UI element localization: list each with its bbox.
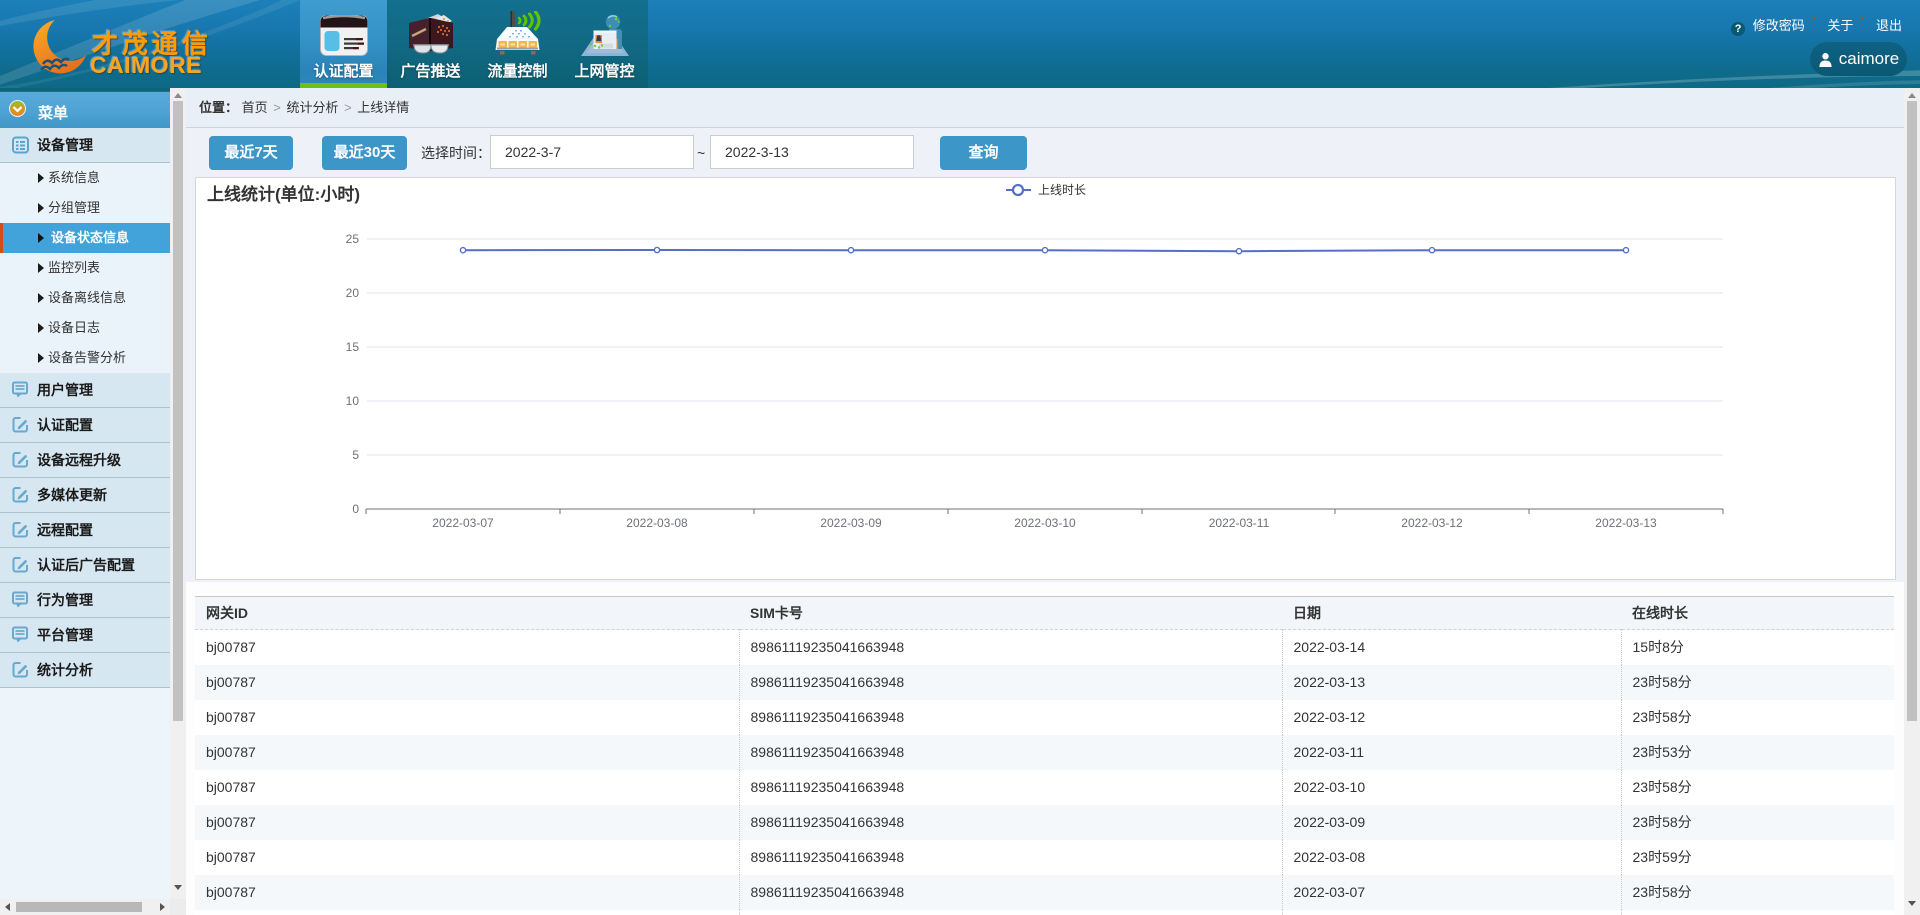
- svg-text:0: 0: [352, 502, 359, 516]
- svg-text:20: 20: [346, 286, 360, 300]
- svg-text:上线时长: 上线时长: [1038, 183, 1086, 197]
- svg-text:10: 10: [346, 394, 360, 408]
- svg-text:2022-03-12: 2022-03-12: [1401, 516, 1463, 530]
- svg-text:25: 25: [346, 232, 360, 246]
- svg-text:2022-03-13: 2022-03-13: [1595, 516, 1657, 530]
- svg-text:2022-03-09: 2022-03-09: [820, 516, 882, 530]
- svg-text:5: 5: [352, 448, 359, 462]
- svg-text:2022-03-11: 2022-03-11: [1209, 516, 1270, 530]
- svg-text:2022-03-08: 2022-03-08: [626, 516, 688, 530]
- svg-text:上线统计(单位:小时): 上线统计(单位:小时): [207, 184, 360, 204]
- svg-text:2022-03-07: 2022-03-07: [432, 516, 494, 530]
- svg-text:15: 15: [346, 340, 360, 354]
- svg-text:2022-03-10: 2022-03-10: [1014, 516, 1076, 530]
